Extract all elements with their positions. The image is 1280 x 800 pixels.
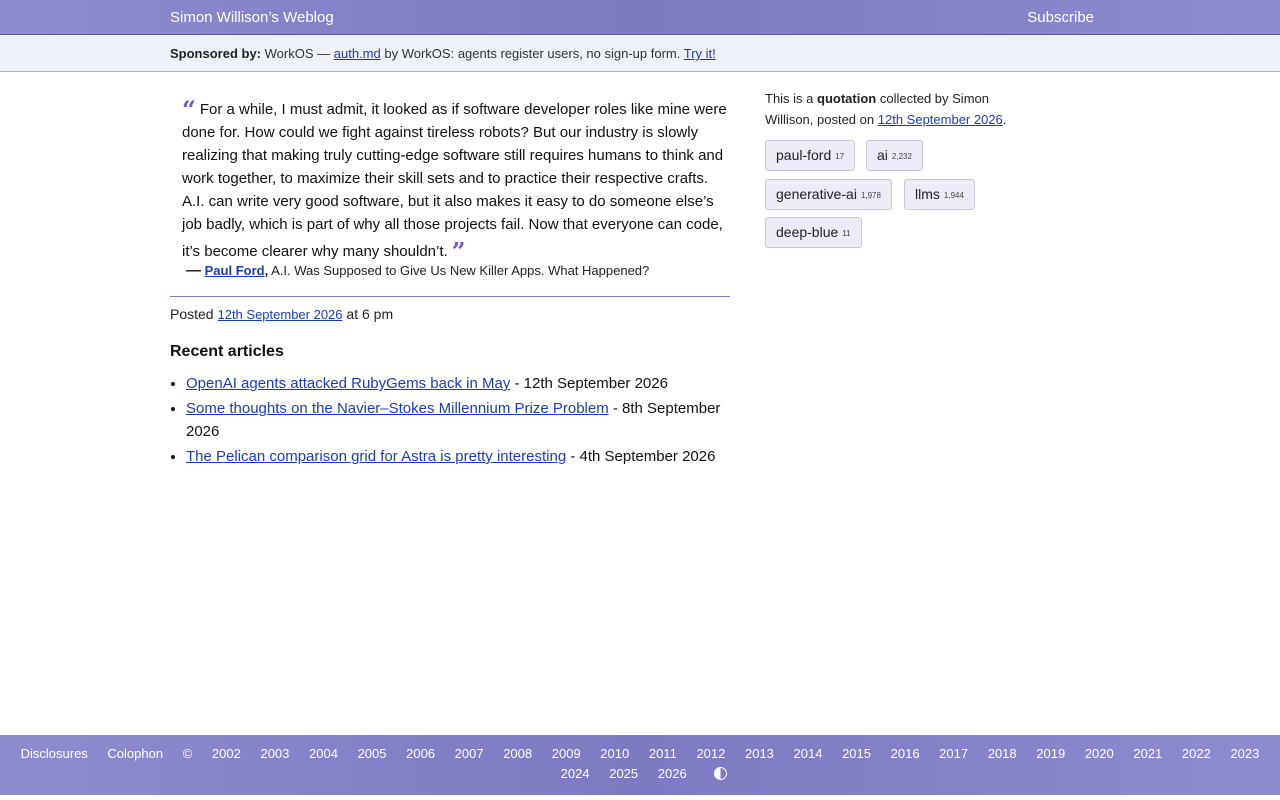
citation-dash: — xyxy=(186,262,201,279)
footer-year-link[interactable]: 2011 xyxy=(649,746,677,761)
tag-llms[interactable]: llms 1,944 xyxy=(904,179,975,210)
footer-year-link[interactable]: 2021 xyxy=(1133,746,1162,761)
quotation-block: “For a while, I must admit, it looked as… xyxy=(182,94,732,264)
footer-year-link[interactable]: 2022 xyxy=(1182,746,1211,761)
recent-article-link[interactable]: Some thoughts on the Navier–Stokes Mille… xyxy=(186,400,609,417)
tag-label: deep-blue xyxy=(776,224,839,240)
footer-year-link[interactable]: 2016 xyxy=(891,746,920,761)
sponsor-label: Sponsored by: xyxy=(170,46,262,61)
entry-metadata: This is a quotation collected by Simon W… xyxy=(765,88,1035,130)
footer-year-link[interactable]: 2009 xyxy=(552,746,581,761)
list-item: The Pelican comparison grid for Astra is… xyxy=(186,445,730,468)
list-item: OpenAI agents attacked RubyGems back in … xyxy=(186,372,730,395)
posted-time: at 6 pm xyxy=(346,306,394,322)
footer-year-link[interactable]: 2012 xyxy=(696,746,725,761)
footer-year-link[interactable]: 2024 xyxy=(561,766,590,781)
tag-count: 1,944 xyxy=(943,191,964,200)
author-link[interactable]: Paul Ford xyxy=(205,263,265,278)
recent-articles-list: OpenAI agents attacked RubyGems back in … xyxy=(170,372,730,470)
footer-year-link[interactable]: 2002 xyxy=(212,746,241,761)
meta-date-link[interactable]: 12th September 2026 xyxy=(878,112,1003,127)
tag-label: paul-ford xyxy=(776,147,832,163)
footer-year-link[interactable]: 2005 xyxy=(358,746,387,761)
sponsor-company: WorkOS — xyxy=(264,46,331,61)
tag-label: ai xyxy=(877,147,888,163)
tag-ai[interactable]: ai 2,232 xyxy=(866,140,923,171)
tag-count: 2,232 xyxy=(891,152,912,161)
tag-label: llms xyxy=(915,186,940,202)
footer-year-link[interactable]: 2017 xyxy=(939,746,968,761)
posted-line: Posted 12th September 2026 at 6 pm xyxy=(170,306,393,322)
footer-year-link[interactable]: 2018 xyxy=(988,746,1017,761)
footer-year-link[interactable]: 2014 xyxy=(794,746,823,761)
footer-year-link[interactable]: 2026 xyxy=(658,766,687,781)
subscribe-link[interactable]: Subscribe xyxy=(1027,9,1094,26)
sponsor-cta-link[interactable]: Try it! xyxy=(684,46,716,61)
recent-article-link[interactable]: OpenAI agents attacked RubyGems back in … xyxy=(186,375,510,392)
tag-paul-ford[interactable]: paul-ford 17 xyxy=(765,140,856,171)
tag-count: 1,978 xyxy=(860,191,881,200)
tag-count: 11 xyxy=(842,229,851,238)
site-header: Simon Willison’s Weblog Subscribe xyxy=(0,0,1280,35)
posted-date-link[interactable]: 12th September 2026 xyxy=(217,307,342,322)
recent-article-link[interactable]: The Pelican comparison grid for Astra is… xyxy=(186,448,566,465)
footer-year-link[interactable]: 2007 xyxy=(455,746,484,761)
tag-deep-blue[interactable]: deep-blue 11 xyxy=(765,217,862,248)
footer-year-link[interactable]: 2008 xyxy=(503,746,532,761)
meta-prefix: This is a xyxy=(765,91,814,106)
footer-year-link[interactable]: 2015 xyxy=(842,746,871,761)
open-quote-icon: “ xyxy=(182,95,196,124)
tag-label: generative-ai xyxy=(776,186,857,202)
footer-year-link[interactable]: 2013 xyxy=(745,746,774,761)
recent-article-date: - 12th September 2026 xyxy=(514,375,668,392)
footer-year-link[interactable]: 2023 xyxy=(1230,746,1259,761)
footer-year-link[interactable]: 2003 xyxy=(260,746,289,761)
contrast-icon[interactable] xyxy=(714,767,728,780)
tag-count: 17 xyxy=(835,152,845,161)
sponsor-description: by WorkOS: agents register users, no sig… xyxy=(384,46,681,61)
footer-year-link[interactable]: 2020 xyxy=(1085,746,1114,761)
footer-colophon-link[interactable]: Colophon xyxy=(107,746,163,761)
footer-year-link[interactable]: 2006 xyxy=(406,746,435,761)
citation-source: A.I. Was Supposed to Give Us New Killer … xyxy=(271,263,650,278)
footer-year-link[interactable]: 2010 xyxy=(600,746,629,761)
list-item: Some thoughts on the Navier–Stokes Mille… xyxy=(186,397,730,443)
meta-type: quotation xyxy=(817,91,877,106)
quotation-citation: — Paul Ford, A.I. Was Supposed to Give U… xyxy=(186,262,650,279)
site-title-link[interactable]: Simon Willison’s Weblog xyxy=(170,9,334,26)
tag-generative-ai[interactable]: generative-ai 1,978 xyxy=(765,179,892,210)
footer-copyright: © xyxy=(182,746,193,761)
sponsor-link[interactable]: auth.md xyxy=(334,46,381,61)
sponsor-banner: Sponsored by: WorkOS — auth.md by WorkOS… xyxy=(0,35,1280,72)
footer-year-link[interactable]: 2004 xyxy=(309,746,338,761)
footer-disclosures-link[interactable]: Disclosures xyxy=(21,746,88,761)
posted-prefix: Posted xyxy=(170,306,214,322)
footer-year-link[interactable]: 2025 xyxy=(609,766,638,781)
site-footer: Disclosures Colophon © 2002 2003 2004 20… xyxy=(0,735,1280,795)
recent-articles-heading: Recent articles xyxy=(170,343,284,360)
content-divider xyxy=(170,296,730,297)
meta-end: . xyxy=(1002,112,1007,127)
footer-year-link[interactable]: 2019 xyxy=(1036,746,1065,761)
recent-article-date: - 4th September 2026 xyxy=(570,448,716,465)
